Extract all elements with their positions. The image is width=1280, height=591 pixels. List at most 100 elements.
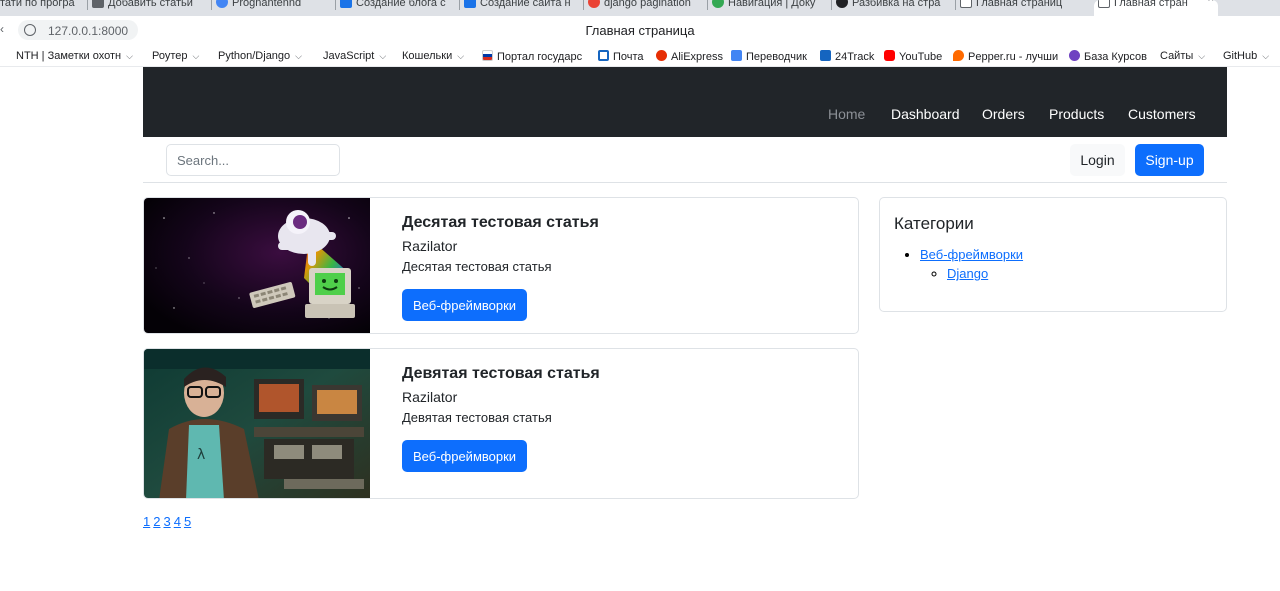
article-author: Razilator <box>402 238 458 254</box>
bookmark-link[interactable]: База Курсов <box>1069 50 1147 63</box>
fire-icon <box>953 50 964 61</box>
mail-icon <box>598 50 609 61</box>
browser-tab[interactable]: Разбивка на стра <box>832 0 956 16</box>
browser-tab[interactable]: Prognantennd <box>212 0 336 16</box>
chevron-down-icon: ⌵ <box>1198 51 1206 61</box>
svg-text:λ: λ <box>197 447 205 463</box>
bookmark-folder[interactable]: Python/Django ⌵ <box>218 50 302 62</box>
page-icon <box>960 0 972 8</box>
pagination: 12345 <box>143 514 194 529</box>
tab-favicon-icon <box>216 0 228 8</box>
nav-link-orders[interactable]: Orders <box>982 106 1025 122</box>
category-list: Веб-фреймворки Django <box>920 247 1023 281</box>
bookmark-link[interactable]: YouTube <box>884 50 942 63</box>
article-excerpt: Девятая тестовая статья <box>402 410 552 425</box>
article-card: λ Девятая тестовая статья Razilator Девя… <box>143 348 859 499</box>
chevron-down-icon: ⌵ <box>126 51 133 61</box>
category-button[interactable]: Веб-фреймворки <box>402 289 528 321</box>
close-icon[interactable]: × <box>1208 0 1214 5</box>
chevron-down-icon: ⌵ <box>295 51 302 61</box>
tab-label: Разбивка на стра <box>852 0 941 9</box>
github-icon <box>836 0 848 8</box>
bookmark-link[interactable]: Портал государс <box>482 50 582 63</box>
nav-link-home[interactable]: Home <box>828 106 865 122</box>
article-title[interactable]: Девятая тестовая статья <box>402 365 600 383</box>
bookmark-folder[interactable]: NTH | Заметки охотн ⌵ <box>16 50 133 62</box>
category-item: Веб-фреймворки Django <box>920 247 1023 281</box>
tab-favicon-icon <box>92 0 104 8</box>
browser-tab[interactable]: Добавить статьи <box>88 0 212 16</box>
subcategory-list: Django <box>947 266 1023 281</box>
flag-icon <box>482 50 493 61</box>
bookmark-folder[interactable]: GitHub ⌵ <box>1223 50 1269 62</box>
nav-link-customers[interactable]: Customers <box>1128 106 1196 122</box>
article-author: Razilator <box>402 389 458 405</box>
browser-tab[interactable]: Создание блога с <box>336 0 460 16</box>
article-card: Десятая тестовая статья Razilator Десята… <box>143 197 859 334</box>
tab-label: django pagination <box>604 0 691 9</box>
chevron-down-icon: ⌵ <box>1262 51 1270 61</box>
tab-favicon-icon <box>464 0 476 8</box>
page-link[interactable]: 5 <box>184 514 191 529</box>
youtube-icon <box>884 50 895 61</box>
bookmark-link[interactable]: AliExpress <box>656 50 723 63</box>
nav-link-dashboard[interactable]: Dashboard <box>891 106 960 122</box>
tab-favicon-icon <box>340 0 352 8</box>
page-link[interactable]: 1 <box>143 514 150 529</box>
chevron-down-icon: ⌵ <box>457 51 465 61</box>
chevron-down-icon: ⌵ <box>379 51 387 61</box>
browser-page-title: Главная страница <box>585 23 695 38</box>
tab-label: Навигация | Доку <box>728 0 816 9</box>
retro-computers-photo: λ <box>144 349 370 498</box>
page-link[interactable]: 2 <box>153 514 160 529</box>
site-navbar: Home Dashboard Orders Products Customers <box>143 67 1227 137</box>
signup-button[interactable]: Sign-up <box>1135 144 1204 176</box>
page-link[interactable]: 4 <box>174 514 181 529</box>
browser-tab-strip: тати по програ Добавить статьи Prognante… <box>0 0 1280 16</box>
astronaut-illustration <box>144 198 370 333</box>
browser-tab[interactable]: Создание сайта н <box>460 0 584 16</box>
tracking-icon <box>820 50 831 61</box>
browser-tab[interactable]: Главная страниц <box>956 0 1088 16</box>
article-title[interactable]: Десятая тестовая статья <box>402 214 599 232</box>
categories-sidebar: Категории Веб-фреймворки Django <box>879 197 1227 312</box>
search-auth-bar: Login Sign-up <box>143 137 1227 183</box>
tab-label: тати по програ <box>0 0 75 9</box>
tab-label: Главная страниц <box>976 0 1063 9</box>
bookmark-folder[interactable]: Кошельки ⌵ <box>402 50 464 62</box>
nav-link-products[interactable]: Products <box>1049 106 1104 122</box>
aliexpress-icon <box>656 50 667 61</box>
bookmark-folder[interactable]: Сайты ⌵ <box>1160 50 1205 62</box>
browser-tab-active[interactable]: Главная стран × <box>1094 0 1218 16</box>
book-icon <box>1069 50 1080 61</box>
bookmark-link[interactable]: Переводчик <box>731 50 807 63</box>
search-input[interactable] <box>166 144 340 176</box>
categories-title: Категории <box>894 214 974 233</box>
login-button[interactable]: Login <box>1070 144 1125 176</box>
tab-favicon-icon <box>588 0 600 8</box>
browser-tab[interactable]: Навигация | Доку <box>708 0 832 16</box>
page-link[interactable]: 3 <box>163 514 170 529</box>
browser-tab[interactable]: django pagination <box>584 0 708 16</box>
article-image-astronaut[interactable] <box>144 198 370 333</box>
translate-icon <box>731 50 742 61</box>
tab-label: Главная стран <box>1114 0 1188 9</box>
tab-label: Создание сайта н <box>480 0 571 9</box>
bookmark-link[interactable]: 24Track <box>820 50 874 63</box>
bookmark-folder[interactable]: Роутер ⌵ <box>152 50 199 62</box>
bookmark-link[interactable]: Pepper.ru - лучши <box>953 50 1058 63</box>
browser-tab[interactable]: тати по програ <box>0 0 88 16</box>
subcategory-link[interactable]: Django <box>947 266 988 281</box>
category-button[interactable]: Веб-фреймворки <box>402 440 528 472</box>
tab-label: Добавить статьи <box>108 0 193 9</box>
tab-label: Prognantennd <box>232 0 302 9</box>
category-link[interactable]: Веб-фреймворки <box>920 247 1023 262</box>
tab-favicon-icon <box>712 0 724 8</box>
bookmarks-bar: NTH | Заметки охотн ⌵ Роутер ⌵ Python/Djan… <box>0 45 1280 67</box>
subcategory-item: Django <box>947 266 1023 281</box>
article-image-retro-computers[interactable]: λ <box>144 349 370 498</box>
chevron-down-icon: ⌵ <box>192 51 200 61</box>
bookmark-folder[interactable]: JavaScript ⌵ <box>323 50 386 62</box>
bookmark-link[interactable]: Почта <box>598 50 644 63</box>
address-bar: ‹ 127.0.0.1:8000 Главная страница <box>0 16 1280 45</box>
